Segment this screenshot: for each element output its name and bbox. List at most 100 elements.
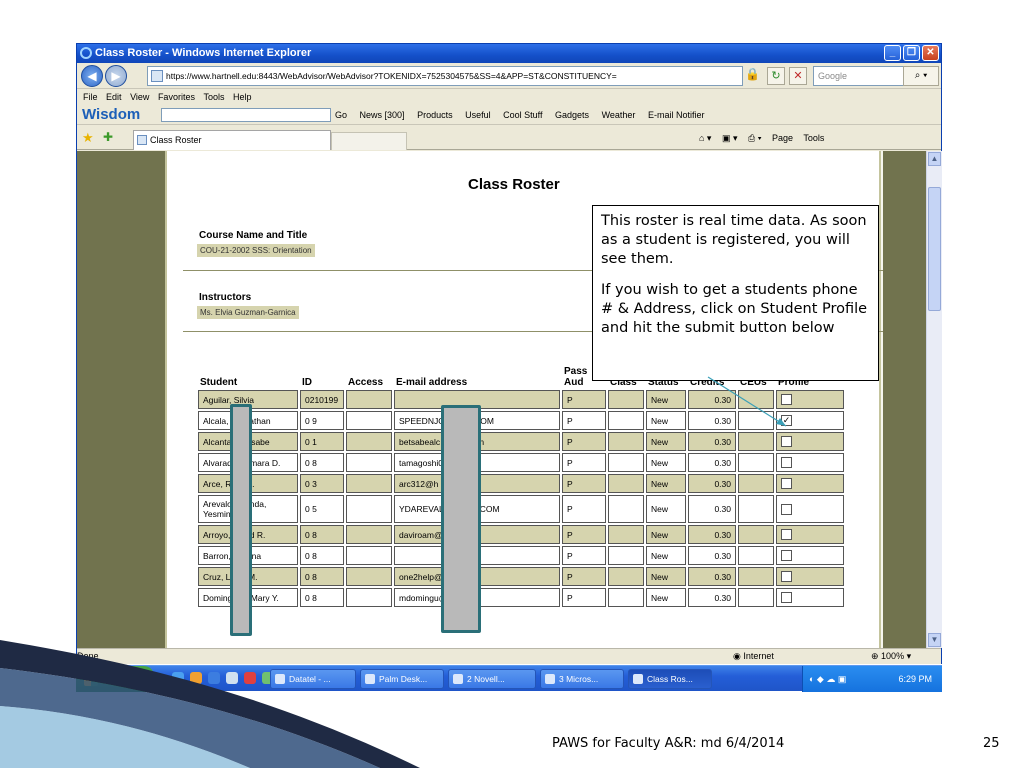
toolbar-news[interactable]: News [300] [360, 110, 405, 120]
zoom-level: 100% [881, 651, 905, 661]
cell-id: 0 9 [300, 411, 344, 430]
toolbar-go[interactable]: Go [335, 110, 347, 120]
security-zone: ◉ Internet [733, 651, 774, 661]
cell-student-profile [776, 453, 844, 472]
cell-status: New [646, 474, 686, 493]
student-profile-checkbox[interactable] [781, 457, 792, 469]
search-icon[interactable]: ⌕ ▾ [903, 66, 939, 86]
redaction-box-email [441, 405, 481, 633]
cell-student-profile [776, 474, 844, 493]
student-profile-checkbox[interactable]: ✓ [781, 415, 792, 427]
cell-class [608, 546, 644, 565]
callout-paragraph: This roster is real time data. As soon a… [601, 213, 867, 267]
task-microsoft[interactable]: 3 Micros... [540, 669, 624, 689]
wisdom-toolbar: Wisdom Go News [300] Products Useful Coo… [77, 105, 941, 125]
menu-help[interactable]: Help [233, 92, 252, 102]
print-icon[interactable]: ⎙ ▾ [748, 133, 761, 143]
cell-credits: 0.30 [688, 546, 736, 565]
cell-status: New [646, 390, 686, 409]
close-button[interactable]: ✕ [922, 45, 939, 61]
new-tab[interactable] [331, 132, 407, 150]
cell-class [608, 432, 644, 451]
cell-ceus [738, 495, 774, 523]
cell-student-profile [776, 390, 844, 409]
task-class-roster[interactable]: Class Ros... [628, 669, 712, 689]
cell-pass-aud: P [562, 525, 606, 544]
menu-file[interactable]: File [83, 92, 98, 102]
menu-favorites[interactable]: Favorites [158, 92, 195, 102]
zoom-control[interactable]: ⊕ 100% ▾ [871, 649, 911, 664]
address-input[interactable]: https://www.hartnell.edu:8443/WebAdvisor… [147, 66, 743, 86]
cell-credits: 0.30 [688, 411, 736, 430]
wisdom-logo[interactable]: Wisdom [82, 105, 140, 125]
tray-icons[interactable]: ◐ ◆ ☁ ▣ [809, 674, 846, 684]
favorites-star-icon[interactable]: ★ [82, 130, 94, 146]
student-profile-checkbox[interactable] [781, 571, 792, 583]
student-profile-checkbox[interactable] [781, 478, 792, 490]
refresh-icon[interactable]: ↻ [767, 67, 785, 85]
toolbar-products[interactable]: Products [417, 110, 453, 120]
cell-ceus [738, 474, 774, 493]
tools-menu[interactable]: Tools [803, 133, 824, 143]
student-profile-checkbox[interactable] [781, 394, 792, 406]
task-label: 3 Micros... [559, 674, 599, 684]
toolbar-gadgets[interactable]: Gadgets [555, 110, 589, 120]
instructors-label: Instructors [199, 292, 252, 303]
toolbar-email-notifier[interactable]: E-mail Notifier [648, 110, 705, 120]
cell-access [346, 495, 392, 523]
toolbar-cool-stuff[interactable]: Cool Stuff [503, 110, 542, 120]
menu-tools[interactable]: Tools [203, 92, 224, 102]
title-bar: Class Roster - Windows Internet Explorer… [77, 44, 941, 63]
home-icon[interactable]: ⌂ ▾ [699, 133, 711, 143]
task-novell[interactable]: 2 Novell... [448, 669, 536, 689]
wisdom-search-input[interactable] [161, 108, 331, 122]
cell-id: 0 8 [300, 588, 344, 607]
feeds-icon[interactable]: ▣ ▾ [722, 133, 738, 143]
scroll-thumb[interactable] [928, 187, 941, 311]
tab-page-icon [137, 135, 147, 145]
scroll-down-icon[interactable]: ▼ [928, 633, 941, 647]
table-row: Barron, Joanna0 8PNew0.30 [198, 546, 844, 565]
cell-ceus [738, 567, 774, 586]
student-profile-checkbox[interactable] [781, 503, 792, 515]
restore-button[interactable]: ❐ [903, 45, 920, 61]
toolbar-useful[interactable]: Useful [465, 110, 491, 120]
add-favorites-icon[interactable]: ✚ [103, 130, 113, 144]
cell-pass-aud: P [562, 546, 606, 565]
table-row: Alcantar, Betsabe0 1betsabealc yahoo.com… [198, 432, 844, 451]
slide-footer: PAWS for Faculty A&R: md 6/4/2014 [552, 736, 785, 751]
toolbar-weather[interactable]: Weather [602, 110, 636, 120]
cell-pass-aud: P [562, 495, 606, 523]
cell-ceus [738, 546, 774, 565]
page-title: Class Roster [468, 176, 560, 193]
student-profile-checkbox[interactable] [781, 436, 792, 448]
cell-access [346, 453, 392, 472]
cell-credits: 0.30 [688, 474, 736, 493]
cell-id: 0 8 [300, 453, 344, 472]
student-profile-checkbox[interactable] [781, 592, 792, 604]
menu-edit[interactable]: Edit [106, 92, 122, 102]
cell-credits: 0.30 [688, 588, 736, 607]
back-button[interactable]: ◀ [81, 65, 103, 87]
cell-class [608, 567, 644, 586]
instructors-value: Ms. Elvia Guzman-Garnica [197, 306, 299, 319]
stop-icon[interactable]: ✕ [789, 67, 807, 85]
cell-pass-aud: P [562, 588, 606, 607]
forward-button[interactable]: ▶ [105, 65, 127, 87]
vertical-scrollbar[interactable]: ▲ ▼ [926, 151, 942, 648]
tab-class-roster[interactable]: Class Roster [133, 130, 331, 150]
cell-access [346, 474, 392, 493]
student-profile-checkbox[interactable] [781, 529, 792, 541]
student-profile-checkbox[interactable] [781, 550, 792, 562]
scroll-up-icon[interactable]: ▲ [928, 152, 941, 166]
cell-access [346, 546, 392, 565]
cell-status: New [646, 567, 686, 586]
minimize-button[interactable]: _ [884, 45, 901, 61]
page-menu[interactable]: Page [772, 133, 793, 143]
tab-row: ★ ✚ Class Roster ⌂ ▾ ▣ ▾ ⎙ ▾ Page Tools [77, 126, 941, 150]
course-value: COU-21-2002 SSS: Orientation [197, 244, 315, 257]
cell-pass-aud: P [562, 411, 606, 430]
menu-view[interactable]: View [130, 92, 149, 102]
cell-pass-aud: P [562, 567, 606, 586]
lock-icon[interactable]: 🔒 [745, 67, 761, 85]
